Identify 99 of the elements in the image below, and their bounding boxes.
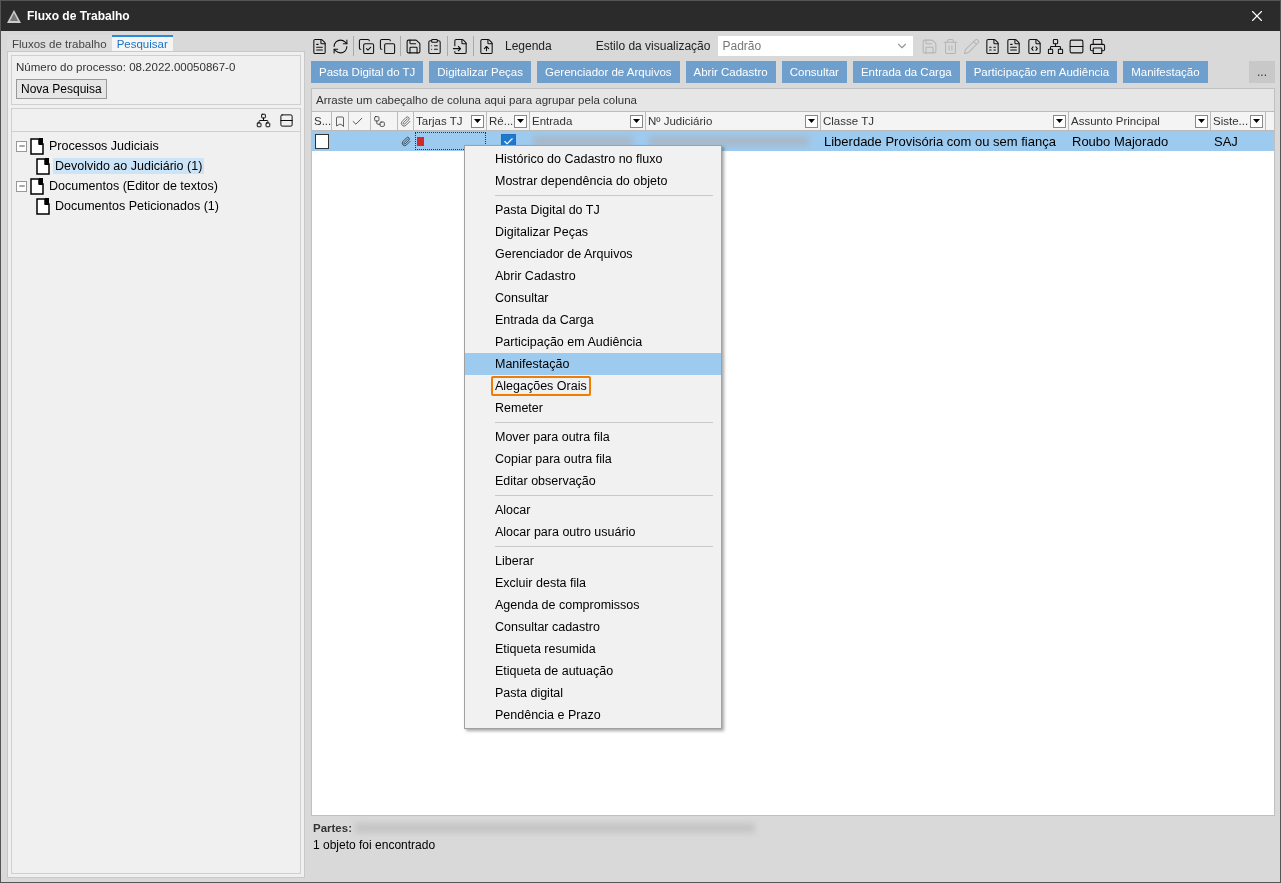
column-header[interactable]: Siste... [1211,112,1266,130]
tree-item[interactable]: Documentos Peticionados (1) [53,198,221,214]
menu-item[interactable]: Mover para outra fila [465,426,721,448]
menu-item[interactable]: Alocar para outro usuário [465,521,721,543]
clipboard-icon[interactable] [426,37,443,55]
menu-item[interactable]: Pendência e Prazo [465,704,721,726]
menu-item[interactable]: Pasta digital [465,682,721,704]
group-by-hint: Arraste um cabeçalho de coluna aqui para agrupar pela coluna [312,89,1274,111]
document-icon [36,197,50,215]
menu-item[interactable]: Copiar para outra fila [465,448,721,470]
copy-check-icon[interactable] [358,37,375,55]
menu-item[interactable]: Digitalizar Peças [465,221,721,243]
save-icon[interactable] [405,37,422,55]
view-style-label: Estilo da visualização [595,39,711,53]
view-style-select[interactable]: Padrão [718,36,914,56]
column-header[interactable] [371,112,398,130]
menu-item[interactable]: Histórico do Cadastro no fluxo [465,148,721,170]
column-header[interactable] [349,112,371,130]
window-title: Fluxo de Trabalho [27,9,131,23]
menu-item[interactable]: Excluir desta fila [465,572,721,594]
minus-icon [17,182,26,190]
paperclip-icon [400,114,411,128]
document-icon [30,137,44,155]
column-header[interactable]: Ré... [487,112,530,130]
menu-item[interactable]: Pasta Digital do TJ [465,199,721,221]
printer-icon[interactable] [1089,37,1107,55]
caret-icon [517,119,524,123]
document-icon [36,157,50,175]
table-cell: Roubo Majorado [1072,133,1169,149]
menu-item[interactable]: Manifestação [465,353,721,375]
caret-icon [633,119,640,123]
column-header[interactable]: Nº Judiciário [646,112,821,130]
menu-item[interactable]: Consultar cadastro [465,616,721,638]
caret-icon [808,119,815,123]
bookmark-icon [334,114,346,128]
tab[interactable]: Pesquisar [111,35,173,51]
code-document-icon[interactable] [1026,37,1044,55]
parties-label: Partes: [313,822,352,834]
menu-item[interactable]: Mostrar dependência do objeto [465,170,721,192]
column-header[interactable]: Classe TJ [821,112,1069,130]
process-number: Número do processo: 08.2022.00050867-0 [16,61,236,73]
hierarchy-icon[interactable] [256,112,271,128]
tree-item[interactable]: Processos Judiciais [47,138,161,154]
column-header[interactable] [398,112,414,130]
copy-icon[interactable] [379,37,396,55]
document-icon [30,177,44,195]
document-in-icon[interactable] [452,37,469,55]
column-header[interactable]: S... [312,112,332,130]
check-icon [503,135,514,147]
caret-icon [1253,119,1260,123]
tree-item[interactable]: Devolvido ao Judiciário (1) [53,158,205,174]
menu-item[interactable]: Editar observação [465,470,721,492]
collapse-toggle[interactable] [16,180,27,192]
tree-item[interactable]: Documentos (Editor de textos) [47,178,220,194]
filter-dropdown[interactable] [805,114,818,128]
hierarchy-icon [373,114,386,128]
menu-item[interactable]: Etiqueta de autuação [465,660,721,682]
status-text: 1 objeto foi encontrado [313,838,437,852]
menu-item[interactable]: Alocar [465,499,721,521]
menu-item[interactable]: Liberar [465,550,721,572]
filter-dropdown[interactable] [1195,114,1208,128]
minus-icon [17,142,26,150]
table-cell: Liberdade Provisória com ou sem fiança [824,133,1056,149]
column-header[interactable]: Tarjas TJ [414,112,487,130]
caret-icon [1198,119,1205,123]
caret-icon [1056,119,1063,123]
filter-dropdown[interactable] [471,114,484,128]
menu-item[interactable]: Agenda de compromissos [465,594,721,616]
filter-dropdown[interactable] [630,114,643,128]
row-checkbox[interactable] [315,133,329,149]
more-button[interactable]: ... [1249,61,1275,83]
menu-item[interactable]: Abrir Cadastro [465,265,721,287]
menu-item[interactable]: Participação em Audiência [465,331,721,353]
spreadsheet-icon[interactable] [984,37,1002,55]
filter-dropdown[interactable] [1250,114,1263,128]
filter-dropdown[interactable] [514,114,527,128]
menu-item[interactable]: Alegações Orais [465,375,721,397]
caret-icon [474,119,481,123]
column-header[interactable]: Assunto Principal [1069,112,1211,130]
menu-item[interactable]: Entrada da Carga [465,309,721,331]
document-icon[interactable] [1005,37,1023,55]
column-header[interactable]: Entrada [530,112,646,130]
refresh-icon[interactable] [332,37,349,55]
menu-item[interactable]: Consultar [465,287,721,309]
pyramid-icon [7,9,21,23]
rows-icon[interactable] [1068,37,1086,55]
filter-dropdown[interactable] [1053,114,1066,128]
menu-item[interactable]: Etiqueta resumida [465,638,721,660]
menu-item[interactable]: Remeter [465,397,721,419]
document-icon[interactable] [311,37,328,55]
collapse-toggle[interactable] [16,140,27,152]
legend-label[interactable]: Legenda [505,39,552,53]
menu-item[interactable]: Gerenciador de Arquivos [465,243,721,265]
hierarchy-icon[interactable] [1047,37,1065,55]
new-search-button[interactable]: Nova Pesquisa [16,79,107,99]
table-cell: SAJ [1214,133,1238,149]
document-up-icon[interactable] [478,37,495,55]
rows-icon[interactable] [279,112,294,128]
table-row[interactable]: Liberdade Provisória com ou sem fiança Roubo Majorado SAJ [312,131,1274,151]
